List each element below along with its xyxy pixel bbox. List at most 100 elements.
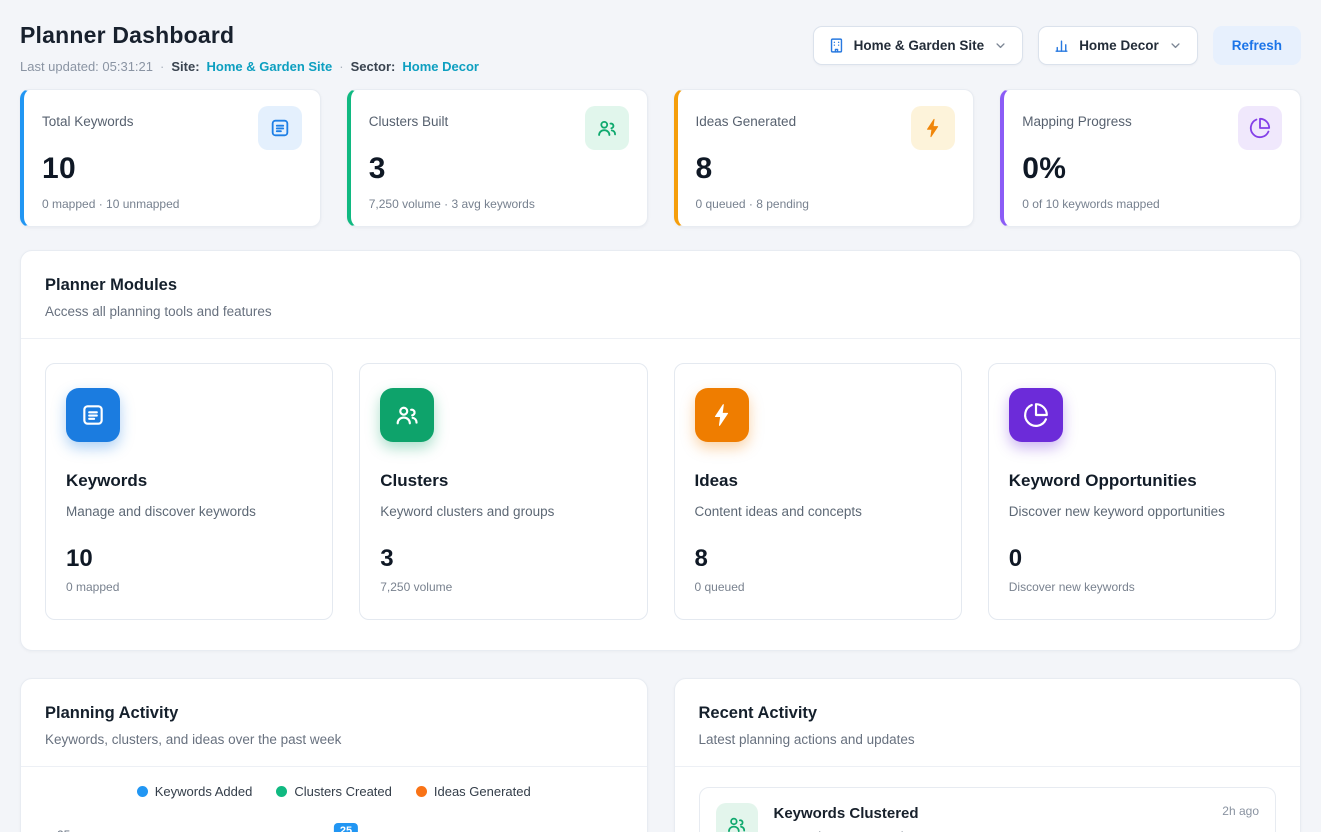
- stat-value: 3: [369, 152, 629, 186]
- recent-activity-header: Recent Activity Latest planning actions …: [675, 679, 1301, 766]
- stat-detail: 0 mapped · 10 unmapped: [42, 197, 302, 211]
- module-title: Ideas: [695, 471, 941, 491]
- bar-chart-icon: [1053, 37, 1070, 54]
- orange-dot-icon: [416, 786, 427, 797]
- stat-value: 8: [696, 152, 956, 186]
- stat-detail: 0 of 10 keywords mapped: [1022, 197, 1282, 211]
- bottom-row: Planning Activity Keywords, clusters, an…: [0, 678, 1321, 832]
- module-value: 8: [695, 545, 941, 573]
- stat-card-total-keywords: Total Keywords 10 0 mapped · 10 unmapped: [20, 89, 321, 227]
- activity-item-title: Keywords Clustered: [774, 805, 919, 822]
- topbar-left: Planner Dashboard Last updated: 05:31:21…: [20, 22, 479, 74]
- module-description: Content ideas and concepts: [695, 504, 941, 519]
- users-icon: [585, 106, 629, 150]
- modules-grid: Keywords Manage and discover keywords 10…: [21, 339, 1300, 620]
- planning-activity-chart: Keywords Added Clusters Created Ideas Ge…: [21, 767, 647, 832]
- stat-card-ideas-generated: Ideas Generated 8 0 queued · 8 pending: [674, 89, 975, 227]
- stat-detail: 7,250 volume · 3 avg keywords: [369, 197, 629, 211]
- stats-row: Total Keywords 10 0 mapped · 10 unmapped…: [0, 89, 1321, 227]
- planning-activity-panel: Planning Activity Keywords, clusters, an…: [20, 678, 648, 832]
- sector-selector-value: Home Decor: [1079, 38, 1159, 53]
- module-detail: 0 mapped: [66, 580, 312, 594]
- recent-activity-list: Keywords Clustered 3 new clusters create…: [675, 767, 1301, 832]
- pie-chart-icon: [1238, 106, 1282, 150]
- area-chart-plot: 25 25 24: [45, 815, 623, 832]
- recent-activity-panel: Recent Activity Latest planning actions …: [674, 678, 1302, 832]
- stat-value: 0%: [1022, 152, 1282, 186]
- site-link[interactable]: Home & Garden Site: [207, 59, 333, 74]
- planner-dashboard-page: Planner Dashboard Last updated: 05:31:21…: [0, 0, 1321, 832]
- stat-label: Total Keywords: [42, 106, 134, 129]
- stat-card-clusters-built: Clusters Built 3 7,250 volume · 3 avg ke…: [347, 89, 648, 227]
- module-detail: 0 queued: [695, 580, 941, 594]
- data-point-label: 25: [334, 823, 358, 832]
- green-dot-icon: [276, 786, 287, 797]
- list-icon: [66, 388, 120, 442]
- topbar: Planner Dashboard Last updated: 05:31:21…: [0, 0, 1321, 74]
- blue-dot-icon: [137, 786, 148, 797]
- pie-chart-icon: [1009, 388, 1063, 442]
- sector-selector-dropdown[interactable]: Home Decor: [1038, 26, 1198, 65]
- users-icon: [380, 388, 434, 442]
- module-value: 10: [66, 545, 312, 573]
- chevron-down-icon: [1168, 38, 1183, 53]
- sector-link[interactable]: Home Decor: [402, 59, 479, 74]
- module-title: Keywords: [66, 471, 312, 491]
- meta-row: Last updated: 05:31:21 · Site: Home & Ga…: [20, 59, 479, 74]
- module-title: Keyword Opportunities: [1009, 471, 1255, 491]
- module-card-ideas[interactable]: Ideas Content ideas and concepts 8 0 que…: [674, 363, 962, 620]
- modules-title: Planner Modules: [45, 276, 1276, 295]
- module-card-keyword-opportunities[interactable]: Keyword Opportunities Discover new keywo…: [988, 363, 1276, 620]
- modules-subtitle: Access all planning tools and features: [45, 304, 1276, 319]
- module-value: 0: [1009, 545, 1255, 573]
- meta-separator: ·: [339, 59, 343, 74]
- planning-activity-header: Planning Activity Keywords, clusters, an…: [21, 679, 647, 766]
- legend-item-ideas-generated: Ideas Generated: [416, 784, 531, 799]
- chart-legend: Keywords Added Clusters Created Ideas Ge…: [45, 784, 623, 799]
- last-updated-text: Last updated: 05:31:21: [20, 59, 153, 74]
- users-icon: [716, 803, 758, 832]
- module-value: 3: [380, 545, 626, 573]
- recent-activity-title: Recent Activity: [699, 704, 1277, 723]
- module-title: Clusters: [380, 471, 626, 491]
- stat-card-mapping-progress: Mapping Progress 0% 0 of 10 keywords map…: [1000, 89, 1301, 227]
- refresh-button[interactable]: Refresh: [1213, 26, 1301, 65]
- site-selector-value: Home & Garden Site: [854, 38, 985, 53]
- activity-item-timestamp: 2h ago: [1222, 804, 1259, 818]
- module-card-clusters[interactable]: Clusters Keyword clusters and groups 3 7…: [359, 363, 647, 620]
- module-description: Discover new keyword opportunities: [1009, 504, 1255, 519]
- module-description: Manage and discover keywords: [66, 504, 312, 519]
- module-description: Keyword clusters and groups: [380, 504, 626, 519]
- planning-activity-title: Planning Activity: [45, 704, 623, 723]
- chevron-down-icon: [993, 38, 1008, 53]
- module-detail: 7,250 volume: [380, 580, 626, 594]
- meta-separator: ·: [160, 59, 164, 74]
- legend-item-keywords-added: Keywords Added: [137, 784, 253, 799]
- stat-label: Clusters Built: [369, 106, 449, 129]
- stat-label: Mapping Progress: [1022, 106, 1132, 129]
- list-icon: [258, 106, 302, 150]
- topbar-controls: Home & Garden Site Home Decor Refresh: [813, 26, 1301, 65]
- building-icon: [828, 37, 845, 54]
- site-label: Site:: [171, 59, 199, 74]
- recent-activity-subtitle: Latest planning actions and updates: [699, 732, 1277, 747]
- legend-label: Keywords Added: [155, 784, 253, 799]
- page-title: Planner Dashboard: [20, 22, 479, 49]
- module-detail: Discover new keywords: [1009, 580, 1255, 594]
- bolt-icon: [695, 388, 749, 442]
- stat-detail: 0 queued · 8 pending: [696, 197, 956, 211]
- site-selector-dropdown[interactable]: Home & Garden Site: [813, 26, 1024, 65]
- modules-header: Planner Modules Access all planning tool…: [21, 251, 1300, 338]
- stat-value: 10: [42, 152, 302, 186]
- module-card-keywords[interactable]: Keywords Manage and discover keywords 10…: [45, 363, 333, 620]
- activity-item-text: Keywords Clustered 3 new clusters create…: [774, 803, 919, 832]
- stat-label: Ideas Generated: [696, 106, 797, 129]
- legend-label: Clusters Created: [294, 784, 392, 799]
- legend-label: Ideas Generated: [434, 784, 531, 799]
- planning-activity-subtitle: Keywords, clusters, and ideas over the p…: [45, 732, 623, 747]
- bolt-icon: [911, 106, 955, 150]
- activity-item-keywords-clustered: Keywords Clustered 3 new clusters create…: [699, 787, 1277, 832]
- planner-modules-section: Planner Modules Access all planning tool…: [20, 250, 1301, 651]
- y-axis-tick: 25: [57, 828, 70, 832]
- legend-item-clusters-created: Clusters Created: [276, 784, 392, 799]
